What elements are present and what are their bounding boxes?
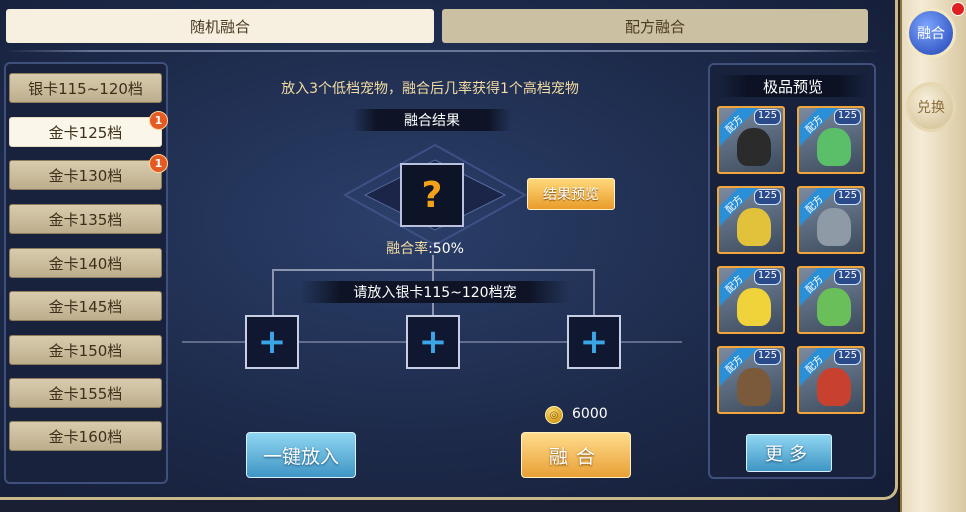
pet-portrait (737, 128, 771, 166)
result-preview-button[interactable]: 结果预览 (527, 178, 615, 210)
tab-label: 配方融合 (624, 17, 685, 36)
tab-random-fusion[interactable]: 随机融合 (6, 9, 434, 43)
result-preview-label: 结果预览 (543, 187, 599, 203)
plus-icon: + (579, 322, 609, 362)
tier-badge: 1 (149, 154, 168, 173)
tier-button[interactable]: 金卡135档 (9, 204, 162, 234)
fuse-label: 融合 (548, 445, 603, 468)
tier-button[interactable]: 金卡145档 (9, 291, 162, 321)
slots-title: 请放入银卡115~120档宠 (300, 281, 570, 303)
pet-level: 125 (833, 349, 861, 365)
connector-line (272, 269, 274, 315)
tier-button[interactable]: 金卡130档 (9, 160, 162, 190)
pet-level: 125 (753, 109, 781, 125)
pet-slot[interactable]: + (245, 315, 299, 369)
plus-icon: + (257, 322, 287, 362)
auto-fill-button[interactable]: 一键放入 (246, 432, 356, 478)
fusion-info-text: 放入3个低档宠物，融合后几率获得1个高档宠物 (281, 81, 579, 97)
pet-level: 125 (753, 269, 781, 285)
pet-portrait (737, 368, 771, 406)
tier-button[interactable]: 金卡160档 (9, 421, 162, 451)
tier-button[interactable]: 金卡155档 (9, 378, 162, 408)
tier-label: 金卡160档 (48, 427, 123, 446)
pet-portrait (737, 288, 771, 326)
connector-line (432, 255, 434, 270)
tier-label: 金卡130档 (48, 166, 123, 185)
pet-portrait (817, 128, 851, 166)
result-slot[interactable]: ? (400, 163, 464, 227)
tab-label: 随机融合 (189, 17, 250, 36)
unknown-result-icon: ? (421, 174, 443, 216)
pet-card[interactable]: 配方 125 (717, 266, 785, 334)
pet-portrait (817, 288, 851, 326)
fusion-rate-label: 融合率 (386, 241, 429, 257)
pet-card[interactable]: 配方 125 (717, 186, 785, 254)
tier-badge: 1 (149, 111, 168, 130)
pet-portrait (817, 208, 851, 246)
tier-label: 金卡155档 (48, 384, 123, 403)
tier-label: 金卡150档 (48, 341, 123, 360)
pet-slot[interactable]: + (567, 315, 621, 369)
side-button-exchange-label: 兑换 (917, 100, 945, 116)
side-button-fusion[interactable]: 融合 (906, 8, 956, 58)
tier-label: 金卡135档 (48, 210, 123, 229)
header-divider (4, 50, 880, 52)
pet-level: 125 (833, 269, 861, 285)
more-label: 更多 (765, 444, 813, 465)
coin-icon: ◎ (545, 406, 563, 424)
auto-fill-label: 一键放入 (262, 445, 339, 468)
pet-card[interactable]: 配方 125 (717, 106, 785, 174)
more-button[interactable]: 更多 (746, 434, 832, 472)
pet-card[interactable]: 配方 125 (797, 106, 865, 174)
side-button-fusion-label: 融合 (917, 26, 945, 42)
pet-level: 125 (753, 349, 781, 365)
side-button-exchange[interactable]: 兑换 (906, 82, 956, 132)
pet-card[interactable]: 配方 125 (797, 186, 865, 254)
tier-button[interactable]: 金卡140档 (9, 248, 162, 278)
notification-dot (951, 2, 965, 16)
pet-card[interactable]: 配方 125 (797, 346, 865, 414)
side-menu-frame (900, 0, 966, 512)
tier-button[interactable]: 银卡115~120档 (9, 73, 162, 103)
tier-button[interactable]: 金卡150档 (9, 335, 162, 365)
pet-level: 125 (833, 109, 861, 125)
pet-card[interactable]: 配方 125 (717, 346, 785, 414)
pet-level: 125 (833, 189, 861, 205)
pet-portrait (817, 368, 851, 406)
tier-label: 银卡115~120档 (28, 79, 143, 98)
fuse-button[interactable]: 融合 (521, 432, 631, 478)
pet-card[interactable]: 配方 125 (797, 266, 865, 334)
tab-recipe-fusion[interactable]: 配方融合 (442, 9, 868, 43)
pet-level: 125 (753, 189, 781, 205)
fusion-cost: 6000 (572, 406, 608, 422)
tier-label: 金卡145档 (48, 297, 123, 316)
result-title: 融合结果 (352, 109, 512, 131)
tier-button[interactable]: 金卡125档 (9, 117, 162, 147)
plus-icon: + (418, 322, 448, 362)
preview-title: 极品预览 (718, 75, 868, 97)
pet-slot[interactable]: + (406, 315, 460, 369)
fusion-rate: 融合率:50% (340, 238, 510, 258)
pet-portrait (737, 208, 771, 246)
connector-line (593, 269, 595, 315)
tier-label: 金卡140档 (48, 254, 123, 273)
tier-label: 金卡125档 (48, 123, 123, 142)
